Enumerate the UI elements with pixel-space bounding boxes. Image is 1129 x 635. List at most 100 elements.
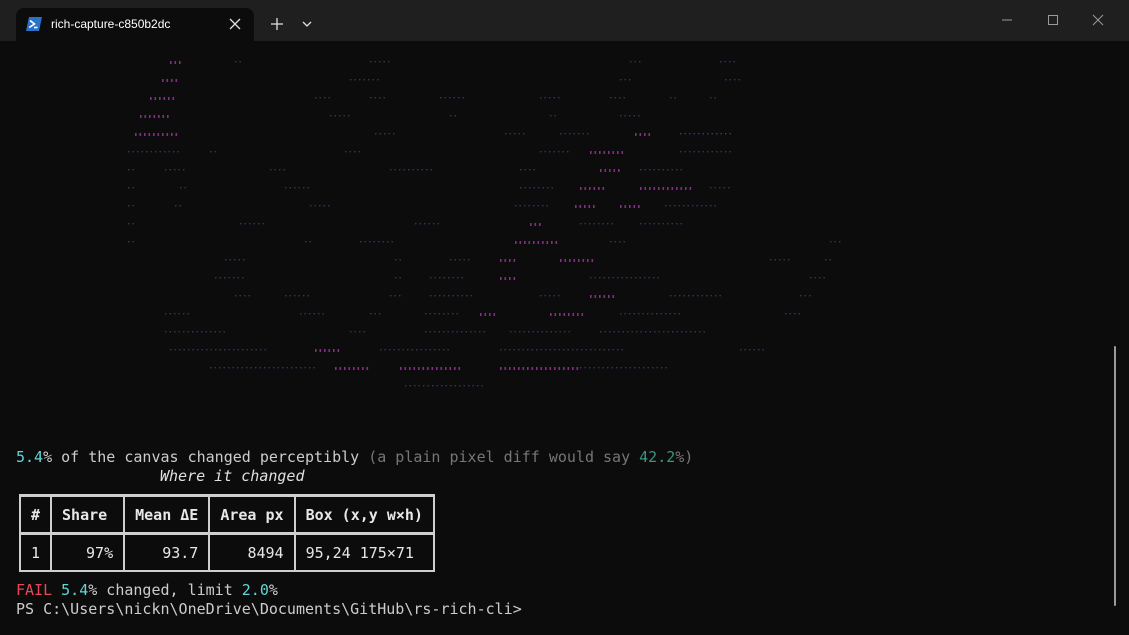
art-dot: [319, 97, 321, 99]
art-dot: [621, 277, 623, 279]
art-dot: [309, 241, 311, 243]
art-dot: [654, 331, 656, 333]
art-dot: [228, 367, 230, 369]
header-mean-delta-e: Mean ΔE: [123, 494, 211, 535]
art-dot: [324, 97, 326, 99]
art-dot: [613, 331, 615, 333]
art-dot: [658, 169, 660, 171]
art-dot: [438, 313, 440, 315]
close-icon[interactable]: [228, 17, 242, 31]
art-dot: [183, 169, 185, 171]
art-dot: [237, 367, 239, 369]
art-dot: [674, 97, 676, 99]
art-dot: [224, 349, 226, 351]
art-dot: [298, 295, 300, 297]
art-dot: [636, 331, 638, 333]
art-dot: [584, 187, 587, 190]
art-dot: [680, 133, 682, 135]
art-dot: [158, 115, 160, 118]
art-dot: [612, 277, 614, 279]
art-dot: [128, 223, 130, 225]
art-dot: [549, 151, 551, 153]
art-dot: [679, 295, 681, 297]
art-dot: [426, 169, 428, 171]
art-dot: [612, 295, 615, 298]
art-dot: [649, 331, 651, 333]
art-dot: [674, 313, 676, 315]
art-dot: [188, 349, 190, 351]
art-dot: [197, 349, 199, 351]
art-dot: [738, 79, 740, 81]
art-dot: [554, 115, 556, 117]
art-dot: [232, 367, 234, 369]
art-dot: [783, 259, 785, 261]
art-dot: [283, 169, 285, 171]
art-dot: [513, 349, 515, 351]
art-dot: [319, 205, 321, 207]
terminal-output[interactable]: 5.4% of the canvas changed perceptibly (…: [0, 41, 1129, 635]
art-dot: [683, 205, 685, 207]
art-dot: [551, 241, 553, 244]
art-dot: [541, 331, 543, 333]
art-dot: [294, 295, 296, 297]
art-dot: [710, 205, 712, 207]
art-dot: [309, 313, 311, 315]
maximize-icon[interactable]: [1046, 13, 1060, 27]
art-dot: [394, 169, 396, 171]
art-dot: [652, 367, 654, 369]
art-dot: [219, 277, 221, 279]
art-dot: [509, 259, 511, 262]
art-dot: [724, 61, 726, 63]
art-dot: [334, 115, 336, 117]
art-dot: [128, 241, 130, 243]
changed-percent: 5.4: [16, 448, 44, 466]
art-dot: [617, 151, 619, 154]
art-dot: [540, 151, 542, 153]
art-dot: [237, 277, 239, 279]
art-dot: [788, 259, 790, 261]
art-dot: [192, 331, 194, 333]
art-dot: [399, 295, 401, 297]
art-dot: [434, 349, 436, 351]
art-dot: [665, 205, 667, 207]
scrollbar[interactable]: [1114, 346, 1116, 606]
art-dot: [395, 259, 397, 261]
art-dot: [710, 187, 712, 189]
art-dot: [420, 349, 422, 351]
art-dot: [729, 151, 731, 153]
art-dot: [255, 367, 257, 369]
chevron-down-icon[interactable]: [302, 19, 312, 29]
art-dot: [315, 349, 317, 352]
art-dot: [537, 205, 539, 207]
art-dot: [489, 313, 491, 316]
art-dot: [688, 295, 690, 297]
art-dot: [621, 151, 624, 154]
art-dot: [135, 133, 137, 136]
window-close-icon[interactable]: [1091, 13, 1105, 27]
art-dot: [680, 223, 682, 225]
terminal-tab[interactable]: rich-capture-c850b2dc: [16, 8, 254, 41]
art-dot: [168, 97, 170, 100]
art-dot: [339, 367, 342, 370]
art-dot: [382, 241, 384, 243]
art-dot: [608, 151, 610, 154]
art-dot: [523, 133, 525, 135]
shell-prompt[interactable]: PS C:\Users\nickn\OneDrive\Documents\Git…: [16, 600, 522, 619]
art-dot: [170, 349, 172, 351]
art-dot: [291, 367, 293, 369]
art-dot: [642, 313, 644, 315]
art-dot: [798, 313, 800, 315]
art-dot: [398, 349, 400, 351]
art-dot: [154, 97, 157, 100]
art-dot: [550, 115, 552, 117]
plus-icon[interactable]: [270, 17, 284, 31]
art-dot: [390, 169, 392, 171]
art-dot: [599, 349, 601, 351]
minimize-icon[interactable]: [1000, 13, 1014, 27]
art-dot: [680, 187, 683, 190]
art-dot: [656, 313, 658, 315]
art-dot: [128, 151, 130, 153]
art-dot: [694, 331, 696, 333]
art-dot: [598, 187, 600, 190]
art-dot: [584, 367, 586, 369]
